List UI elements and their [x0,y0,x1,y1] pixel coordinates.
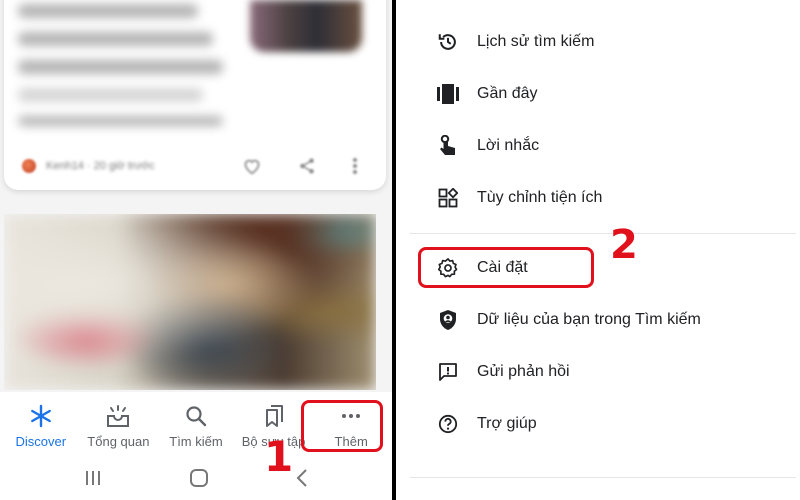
widgets-icon [438,188,458,208]
menu-label: Tùy chỉnh tiện ích [477,189,603,206]
menu-separator [410,233,796,234]
asterisk-icon [30,404,51,428]
search-icon [186,406,207,427]
feed-card[interactable]: Kenh14 · 20 giờ trước [4,0,386,190]
share-icon[interactable] [298,156,316,176]
menu-item-help[interactable]: Trợ giúp [396,398,796,450]
back-icon[interactable] [295,468,309,488]
menu-item-recent[interactable]: Gần đây [396,68,796,120]
shield-person-icon [440,310,456,330]
recents-icon[interactable] [83,469,103,487]
google-app-feed-screen: Kenh14 · 20 giờ trước Discover Tổng quan… [0,0,392,500]
nav-overview[interactable]: Tổng quan [80,392,158,456]
menu-label: Dữ liệu của bạn trong Tìm kiếm [477,311,701,328]
feed-card-headline-blurred [18,4,238,140]
annotation-step-number: 1 [264,432,294,481]
menu-item-your-data[interactable]: Dữ liệu của bạn trong Tìm kiếm [396,294,796,346]
annotation-highlight-settings [418,247,594,288]
nav-label: Tổng quan [87,434,150,449]
nav-search[interactable]: Tìm kiếm [157,392,235,456]
menu-label: Trợ giúp [477,415,537,432]
menu-label: Lời nhắc [477,137,540,154]
home-icon[interactable] [189,468,209,488]
menu-separator [410,477,796,478]
sunrise-inbox-icon [107,405,130,427]
menu-item-send-feedback[interactable]: Gửi phản hồi [396,346,796,398]
more-vert-icon[interactable] [352,157,358,175]
menu-item-customize-widgets[interactable]: Tùy chỉnh tiện ích [396,172,796,224]
feedback-icon [439,363,457,381]
feed-card-meta: Kenh14 · 20 giờ trước [22,154,362,178]
source-and-time: Kenh14 · 20 giờ trước [46,160,155,172]
bookmarks-icon [265,405,283,427]
heart-icon[interactable] [242,157,262,175]
nav-label: Discover [15,434,67,449]
annotation-highlight-more [301,400,383,452]
menu-item-search-history[interactable]: Lịch sử tìm kiếm [396,16,796,68]
feed-card-image[interactable] [4,214,376,390]
menu-item-reminders[interactable]: Lời nhắc [396,120,796,172]
menu-label: Gần đây [477,85,538,102]
nav-discover[interactable]: Discover [2,392,80,456]
carousel-icon [437,84,459,104]
feed-card-thumbnail [250,0,362,52]
annotation-step-number: 2 [610,222,638,268]
menu-label: Gửi phản hồi [477,363,570,380]
menu-label: Lịch sử tìm kiếm [477,33,595,50]
system-navigation-bar [0,456,392,500]
more-menu-screen: Lịch sử tìm kiếm Gần đây Lời nhắc Tùy ch… [396,0,800,500]
nav-label: Tìm kiếm [169,434,223,449]
history-icon [438,34,456,50]
reminder-hand-icon [440,135,455,155]
help-icon [438,414,458,434]
source-favicon-icon [22,159,36,173]
feed-photo-blurred [4,214,376,390]
